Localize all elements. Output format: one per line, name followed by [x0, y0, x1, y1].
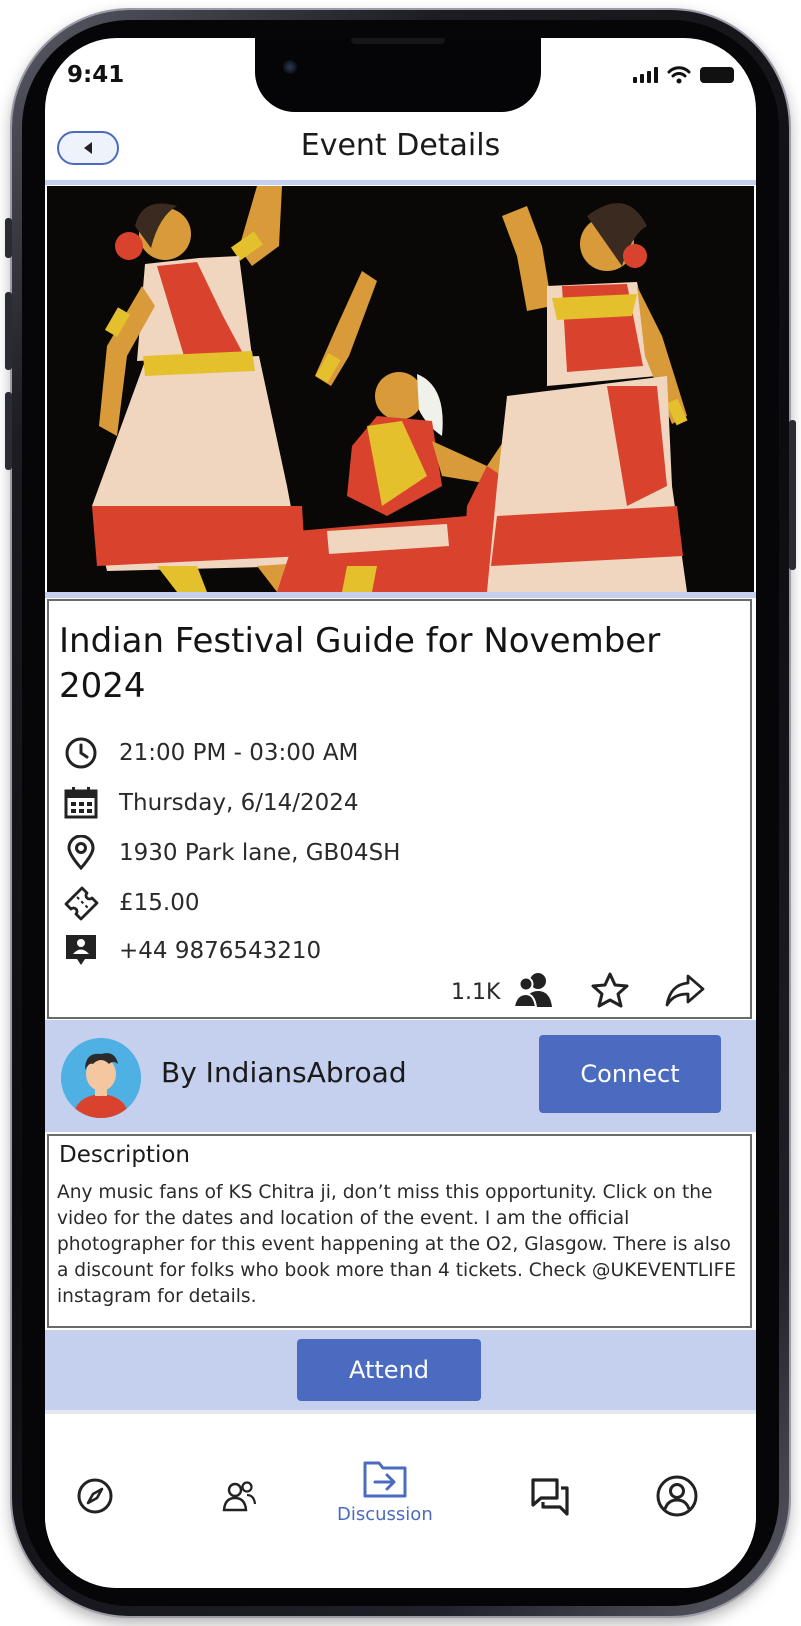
event-contact[interactable]: +44 9876543210	[119, 938, 321, 964]
people-icon	[222, 1481, 257, 1512]
ticket-icon	[61, 883, 101, 923]
event-location-row[interactable]: 1930 Park lane, GB04SH	[61, 833, 400, 873]
organizer-name[interactable]: By IndiansAbroad	[161, 1056, 407, 1089]
event-location[interactable]: 1930 Park lane, GB04SH	[119, 840, 400, 866]
tab-community[interactable]	[221, 1478, 257, 1514]
event-info-card: Indian Festival Guide for November 2024 …	[47, 599, 752, 1019]
attendee-count: 1.1K	[451, 979, 501, 1005]
status-time: 9:41	[67, 62, 125, 88]
calendar-icon	[61, 783, 101, 823]
folder-arrow-icon	[363, 1461, 407, 1498]
event-hero-image[interactable]	[47, 186, 754, 592]
connect-button[interactable]: Connect	[539, 1035, 721, 1113]
event-contact-row[interactable]: +44 9876543210	[61, 931, 321, 971]
tab-chat[interactable]	[529, 1476, 571, 1518]
tab-profile[interactable]	[655, 1474, 699, 1518]
tabbar-divider	[45, 1410, 756, 1414]
speaker	[351, 38, 445, 44]
chat-icon	[531, 1478, 569, 1516]
wifi-icon	[667, 66, 691, 84]
tab-bar: Discussion	[45, 1416, 756, 1588]
clock-icon	[61, 733, 101, 773]
screen: 9:41 Event Details Indian Festival Guide…	[45, 38, 756, 1588]
attendees-icon[interactable]	[512, 971, 556, 1013]
event-stats: 1.1K	[451, 971, 706, 1013]
event-date: Thursday, 6/14/2024	[119, 790, 359, 816]
camera-icon	[283, 60, 297, 74]
favorite-star-icon[interactable]	[590, 971, 630, 1013]
dancers-illustration	[47, 186, 754, 592]
event-price: £15.00	[119, 890, 200, 916]
contact-card-icon	[61, 931, 101, 971]
side-button-silent	[5, 218, 12, 258]
event-date-row: Thursday, 6/14/2024	[61, 783, 359, 823]
description-body: Any music fans of KS Chitra ji, don’t mi…	[57, 1182, 737, 1307]
avatar[interactable]	[61, 1038, 141, 1118]
attend-band: Attend	[45, 1330, 756, 1410]
location-pin-icon	[61, 833, 101, 873]
page-title: Event Details	[300, 128, 501, 163]
side-button-volume-down	[5, 392, 12, 470]
share-icon[interactable]	[664, 972, 706, 1012]
status-icons	[633, 66, 734, 84]
notch	[255, 38, 541, 112]
profile-icon	[656, 1475, 698, 1517]
tab-discussion-label: Discussion	[337, 1504, 433, 1525]
description-title: Description	[59, 1142, 190, 1168]
side-button-power	[789, 420, 796, 570]
event-price-row: £15.00	[61, 883, 199, 923]
organizer-band: By IndiansAbroad Connect	[45, 1020, 756, 1132]
event-title: Indian Festival Guide for November 2024	[59, 621, 661, 706]
compass-icon	[77, 1478, 113, 1514]
hero-divider	[45, 592, 756, 598]
event-time-row: 21:00 PM - 03:00 AM	[61, 733, 358, 773]
header: Event Details	[45, 126, 756, 182]
description-card: Description Any music fans of KS Chitra …	[47, 1134, 752, 1328]
signal-icon	[633, 67, 658, 83]
event-time: 21:00 PM - 03:00 AM	[119, 740, 359, 766]
attend-button[interactable]: Attend	[297, 1339, 481, 1401]
tab-explore[interactable]	[75, 1476, 115, 1516]
tab-discussion[interactable]: Discussion	[337, 1458, 433, 1525]
battery-icon	[700, 67, 734, 83]
side-button-volume-up	[5, 292, 12, 370]
header-divider	[45, 180, 756, 185]
